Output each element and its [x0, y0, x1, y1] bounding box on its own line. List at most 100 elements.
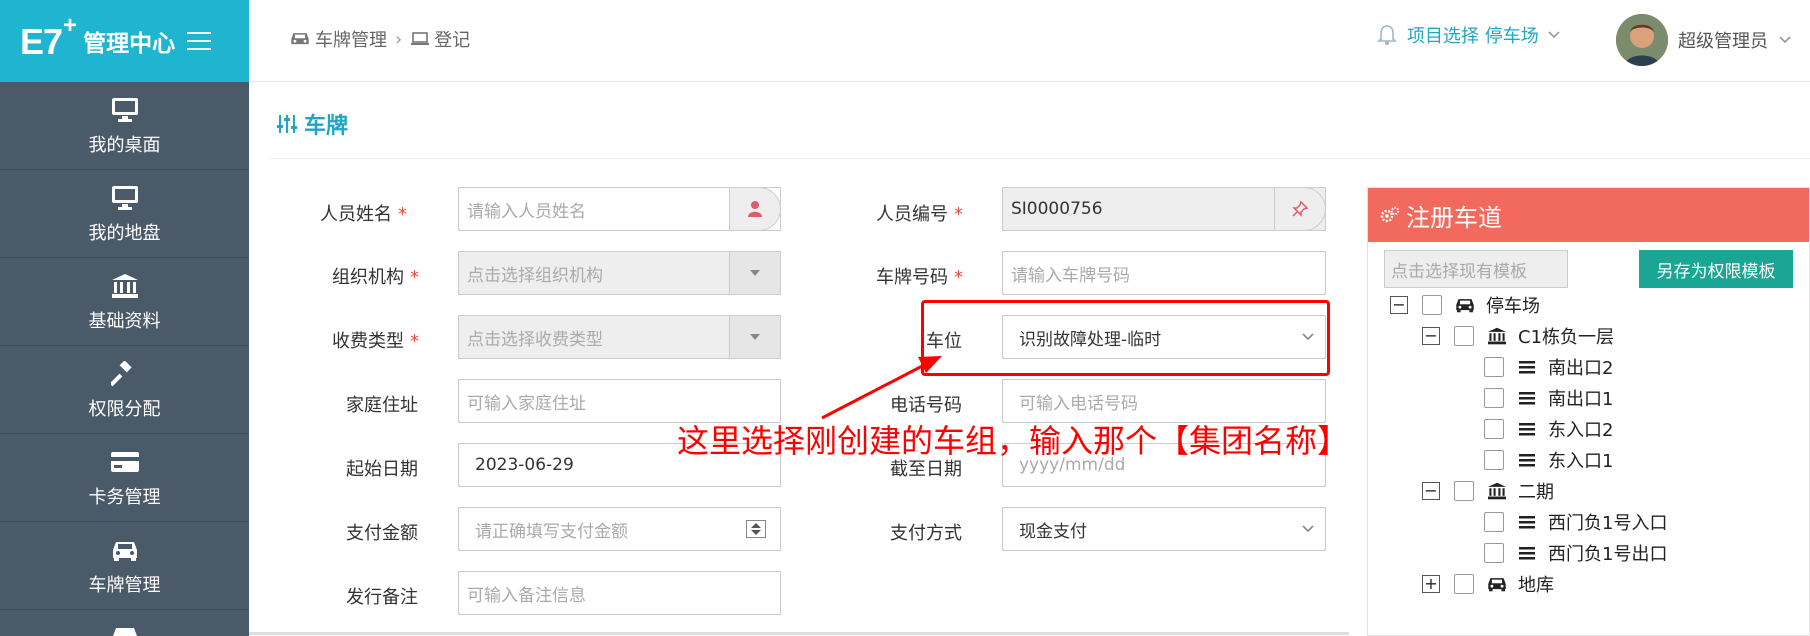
sidebar-item-basic-data[interactable]: 基础资料: [0, 258, 249, 346]
checkbox[interactable]: [1484, 543, 1504, 563]
list-icon: [1516, 451, 1538, 469]
remark-label: 发行备注: [346, 587, 418, 608]
section-title: 车牌: [276, 108, 348, 140]
panel-header: 注册车道: [1368, 188, 1809, 242]
tree-node-label: 南出口1: [1548, 389, 1614, 410]
payment-method-select[interactable]: 现金支付: [1002, 507, 1326, 551]
user-name: 超级管理员: [1678, 31, 1768, 52]
list-icon: [1516, 420, 1538, 438]
tree-node[interactable]: 南出口1: [1484, 385, 1613, 411]
org-placeholder: 点击选择组织机构: [467, 265, 603, 286]
tree-node[interactable]: 西门负1号入口: [1484, 509, 1667, 535]
car-icon: [110, 624, 140, 636]
monitor-icon: [110, 183, 140, 213]
tree-node-label: 西门负1号出口: [1548, 544, 1668, 565]
address-label: 家庭住址: [346, 395, 418, 416]
name-label: 人员姓名 *: [320, 204, 407, 225]
caret-down-icon[interactable]: [729, 315, 781, 359]
collapse-icon[interactable]: −: [1390, 296, 1408, 314]
bank-icon: [1486, 327, 1508, 345]
sidebar-item-label: 车牌管理: [88, 574, 161, 596]
tree-node[interactable]: 东入口2: [1484, 416, 1613, 442]
car-icon: [289, 31, 311, 47]
sidebar-item-label: 基础资料: [88, 310, 161, 332]
collapse-icon[interactable]: −: [1422, 482, 1440, 500]
sidebar-item-plates[interactable]: 车牌管理: [0, 522, 249, 610]
tree-node-label: 停车场: [1486, 296, 1540, 317]
caret-down-icon[interactable]: [729, 251, 781, 295]
sidebar-item-label: 我的桌面: [88, 134, 161, 156]
checkbox[interactable]: [1484, 357, 1504, 377]
number-spinner-icon[interactable]: [746, 520, 766, 538]
project-label: 项目选择 停车场: [1407, 26, 1539, 47]
tree-node-label: 二期: [1518, 482, 1554, 503]
sidebar-item-cards[interactable]: 卡务管理: [0, 434, 249, 522]
checkbox[interactable]: [1484, 388, 1504, 408]
tree-node[interactable]: + 地库: [1422, 571, 1554, 597]
bell-icon: [1377, 24, 1397, 46]
checkbox[interactable]: [1484, 419, 1504, 439]
checkbox[interactable]: [1454, 481, 1474, 501]
amount-placeholder: 请正确填写支付金额: [475, 521, 628, 542]
start-date-label: 起始日期: [346, 459, 418, 480]
save-template-button[interactable]: 另存为权限模板: [1639, 250, 1793, 288]
user-icon[interactable]: [729, 187, 781, 231]
start-date-value: 2023-06-29: [475, 455, 574, 475]
pin-icon[interactable]: [1274, 187, 1326, 231]
gavel-icon: [110, 359, 140, 389]
plate-placeholder: 请输入车牌号码: [1011, 265, 1130, 286]
breadcrumb-item[interactable]: 登记: [434, 26, 470, 52]
fee-type-select[interactable]: 点击选择收费类型: [458, 315, 781, 359]
user-menu[interactable]: 超级管理员: [1616, 14, 1792, 66]
tree-node[interactable]: 南出口2: [1484, 354, 1613, 380]
checkbox[interactable]: [1422, 295, 1442, 315]
phone-label: 电话号码: [890, 395, 962, 416]
chevron-down-icon: [1301, 508, 1315, 550]
checkbox[interactable]: [1484, 450, 1504, 470]
tree-node[interactable]: − 二期: [1422, 478, 1554, 504]
tree-node-label: 东入口1: [1548, 451, 1614, 472]
tree-node-label: 东入口2: [1548, 420, 1614, 441]
payment-method-value: 现金支付: [1019, 521, 1087, 542]
expand-icon[interactable]: +: [1422, 575, 1440, 593]
address-placeholder: 可输入家庭住址: [467, 393, 586, 414]
org-select[interactable]: 点击选择组织机构: [458, 251, 781, 295]
logo: E7+: [20, 11, 77, 62]
name-input[interactable]: 请输入人员姓名: [458, 187, 781, 231]
org-label: 组织机构 *: [332, 267, 419, 288]
project-selector[interactable]: 项目选择 停车场: [1377, 22, 1561, 48]
remark-placeholder: 可输入备注信息: [467, 585, 586, 606]
template-select[interactable]: 点击选择现有模板: [1384, 250, 1568, 288]
car-icon: [110, 535, 140, 565]
sidebar-item-permissions[interactable]: 权限分配: [0, 346, 249, 434]
gears-icon: [1380, 206, 1400, 224]
sidebar-item-territory[interactable]: 我的地盘: [0, 170, 249, 258]
tree-node[interactable]: 东入口1: [1484, 447, 1613, 473]
amount-input[interactable]: 请正确填写支付金额: [458, 507, 781, 551]
sidebar-item-more[interactable]: [0, 610, 249, 636]
person-number-input[interactable]: SI0000756: [1002, 187, 1326, 231]
tree-node[interactable]: − 停车场: [1390, 292, 1540, 318]
annotation-text: 这里选择刚创建的车组，输入那个【集团名称】: [677, 422, 1350, 460]
laptop-icon: [410, 31, 430, 47]
list-icon: [1516, 544, 1538, 562]
list-icon: [1516, 389, 1538, 407]
person-number-label: 人员编号 *: [876, 204, 963, 225]
checkbox[interactable]: [1484, 512, 1504, 532]
collapse-icon[interactable]: −: [1422, 327, 1440, 345]
remark-input[interactable]: 可输入备注信息: [458, 571, 781, 615]
menu-toggle-icon[interactable]: [187, 32, 212, 50]
sidebar-item-desktop[interactable]: 我的桌面: [0, 82, 249, 170]
sidebar-item-label: 权限分配: [88, 398, 161, 420]
plate-input[interactable]: 请输入车牌号码: [1002, 251, 1326, 295]
car-icon: [1486, 575, 1508, 593]
breadcrumb-item[interactable]: 车牌管理: [315, 26, 387, 52]
lane-panel: 注册车道 点击选择现有模板 另存为权限模板 − 停车场 − C1栋负一层 南出口…: [1367, 187, 1810, 636]
tree-node[interactable]: − C1栋负一层: [1422, 323, 1614, 349]
app: E7+ 管理中心 我的桌面 我的地盘 基础资料 权限分配 卡务管理 车牌管理 车…: [0, 0, 1810, 636]
tree-node[interactable]: 西门负1号出口: [1484, 540, 1667, 566]
chevron-down-icon: [1778, 35, 1792, 45]
checkbox[interactable]: [1454, 574, 1474, 594]
plate-label: 车牌号码 *: [876, 267, 963, 288]
checkbox[interactable]: [1454, 326, 1474, 346]
